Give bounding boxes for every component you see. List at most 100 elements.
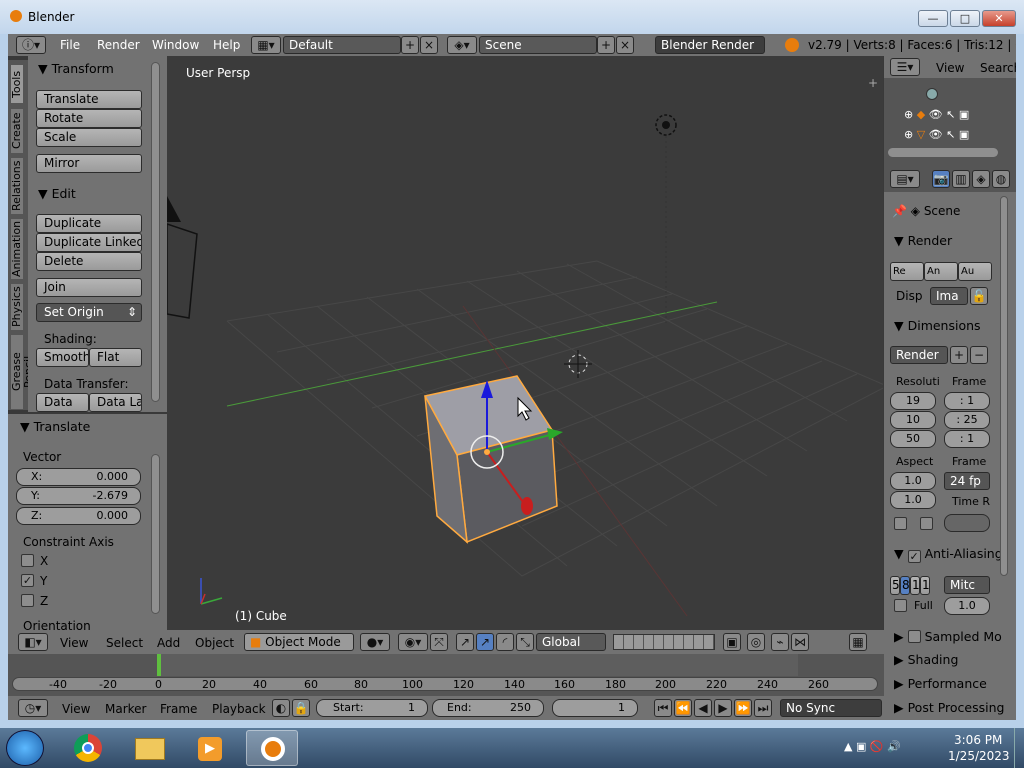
constraint-x-checkbox[interactable]: [21, 554, 34, 567]
smooth-button[interactable]: Smooth: [36, 348, 89, 367]
scene-icon[interactable]: ◈▾: [447, 36, 477, 54]
tab-relations[interactable]: Relations: [10, 157, 24, 215]
remove-scene-button[interactable]: ×: [616, 36, 634, 54]
render-context-icon[interactable]: 📷: [932, 170, 950, 188]
rotate-button[interactable]: Rotate: [36, 109, 142, 128]
screen-layout-field[interactable]: Default: [283, 36, 401, 54]
aspect-x-field[interactable]: 1.0: [890, 472, 936, 490]
start-frame-field[interactable]: Start: 1: [316, 699, 428, 717]
remove-screen-button[interactable]: ×: [420, 36, 438, 54]
move-manipulator-icon[interactable]: ↗: [476, 633, 494, 651]
tab-tools[interactable]: Tools: [10, 64, 24, 104]
shading-panel-header[interactable]: ▶ Shading: [894, 652, 958, 667]
snap-element-icon[interactable]: ⋈: [791, 633, 809, 651]
outliner-editor-icon[interactable]: ☰▾: [890, 58, 920, 76]
menu-render[interactable]: Render: [97, 38, 140, 52]
aa-filter-select[interactable]: Mitc: [944, 576, 990, 594]
render-image-button[interactable]: Re: [890, 262, 924, 281]
menu-help[interactable]: Help: [213, 38, 240, 52]
data-transfer-button[interactable]: Data: [36, 393, 89, 412]
properties-editor-icon[interactable]: ▤▾: [890, 170, 920, 188]
scene-field[interactable]: Scene: [479, 36, 597, 54]
jump-start-icon[interactable]: ⏮: [654, 699, 672, 717]
outliner-view-menu[interactable]: View: [936, 61, 964, 75]
render-button-icon[interactable]: ▦: [849, 633, 867, 651]
sampled-motion-blur-header[interactable]: ▶ Sampled Mo: [894, 628, 1002, 644]
show-desktop-button[interactable]: [1014, 728, 1024, 768]
current-frame-marker[interactable]: [157, 654, 161, 676]
resolution-y-field[interactable]: 10: [890, 411, 936, 429]
render-preview-icon[interactable]: ◎: [747, 633, 765, 651]
anti-aliasing-panel-header[interactable]: ▼ ✓ Anti-Aliasing: [894, 546, 1003, 563]
render-engine-select[interactable]: Blender Render: [655, 36, 765, 54]
clock-time[interactable]: 3:06 PM: [954, 733, 1002, 747]
timeline-menu-frame[interactable]: Frame: [160, 702, 197, 716]
timeline-menu-playback[interactable]: Playback: [212, 702, 266, 716]
transform-orientation-select[interactable]: Global: [536, 633, 606, 651]
media-player-taskbar-button[interactable]: ▶: [184, 730, 236, 766]
border-checkbox[interactable]: [894, 517, 907, 530]
vector-z-field[interactable]: Z: 0.000: [16, 507, 141, 525]
viewport-plus-icon[interactable]: +: [868, 76, 878, 90]
resolution-x-field[interactable]: 19: [890, 392, 936, 410]
lock-interface-icon[interactable]: 🔓: [970, 287, 988, 305]
motion-blur-checkbox[interactable]: [907, 630, 921, 643]
info-editor-icon[interactable]: ⓘ▾: [16, 36, 46, 54]
scale-manipulator-icon[interactable]: ⤡: [516, 633, 534, 651]
resolution-percentage-field[interactable]: 50: [890, 430, 936, 448]
full-sample-checkbox[interactable]: [894, 599, 907, 612]
translate-button[interactable]: Translate: [36, 90, 142, 109]
transform-panel-header[interactable]: ▼ Transform: [38, 61, 114, 76]
editor-type-icon[interactable]: ◧▾: [18, 633, 48, 651]
mode-select[interactable]: ■ Object Mode: [244, 633, 354, 651]
record-icon[interactable]: ◐: [272, 699, 290, 717]
menu-file[interactable]: File: [60, 38, 80, 52]
render-preset-select[interactable]: Render: [890, 346, 948, 364]
aa-samples-5[interactable]: 5: [890, 576, 900, 595]
minimize-button[interactable]: —: [918, 10, 948, 27]
world-context-icon[interactable]: ◍: [992, 170, 1010, 188]
aspect-y-field[interactable]: 1.0: [890, 491, 936, 509]
add-scene-button[interactable]: +: [597, 36, 615, 54]
tab-create[interactable]: Create: [10, 108, 24, 154]
lock-camera-icon[interactable]: ▣: [723, 633, 741, 651]
edit-panel-header[interactable]: ▼ Edit: [38, 186, 76, 201]
screen-layout-icon[interactable]: ▦▾: [251, 36, 281, 54]
flat-button[interactable]: Flat: [89, 348, 142, 367]
aa-samples-16[interactable]: 1: [920, 576, 930, 595]
aa-samples-11[interactable]: 1: [910, 576, 920, 595]
outliner-camera-row[interactable]: ⊕ ◆ 👁 ↖ ▣: [904, 108, 1004, 124]
start-button[interactable]: [6, 730, 44, 766]
join-button[interactable]: Join: [36, 278, 142, 297]
layers-grid[interactable]: [613, 634, 715, 650]
scale-button[interactable]: Scale: [36, 128, 142, 147]
jump-keyframe-back-icon[interactable]: ⏪: [674, 699, 692, 717]
blender-taskbar-button[interactable]: [246, 730, 298, 766]
time-remap-field[interactable]: [944, 514, 990, 532]
timeline[interactable]: -40 -20 0 20 40 60 80 100 120 140 160 18…: [8, 654, 884, 696]
frame-rate-select[interactable]: 24 fp: [944, 472, 990, 490]
crop-checkbox[interactable]: [920, 517, 933, 530]
timeline-menu-view[interactable]: View: [62, 702, 90, 716]
current-frame-field[interactable]: 1: [552, 699, 638, 717]
display-select[interactable]: Ima: [930, 287, 968, 305]
play-reverse-icon[interactable]: ◀: [694, 699, 712, 717]
tab-physics[interactable]: Physics: [10, 283, 24, 331]
end-frame-field[interactable]: End: 250: [432, 699, 544, 717]
outliner-scrollbar[interactable]: [888, 148, 998, 157]
filter-size-field[interactable]: 1.0: [944, 597, 990, 615]
close-button[interactable]: ✕: [982, 10, 1016, 27]
tool-shelf-scrollbar[interactable]: [151, 62, 160, 402]
outliner-search-menu[interactable]: Search: [980, 61, 1016, 75]
properties-scrollbar[interactable]: [1000, 196, 1008, 576]
menu-add[interactable]: Add: [157, 636, 180, 650]
menu-view[interactable]: View: [60, 636, 88, 650]
play-icon[interactable]: ▶: [714, 699, 732, 717]
duplicate-button[interactable]: Duplicate: [36, 214, 142, 233]
viewport-shading-icon[interactable]: ●▾: [360, 633, 390, 651]
outliner-world-icon[interactable]: [926, 88, 938, 100]
render-audio-button[interactable]: Au: [958, 262, 992, 281]
layers-context-icon[interactable]: ▥: [952, 170, 970, 188]
constraint-y-checkbox[interactable]: ✓: [21, 574, 34, 587]
outliner-cube-row[interactable]: ⊕ ▽ 👁 ↖ ▣: [904, 128, 1004, 144]
